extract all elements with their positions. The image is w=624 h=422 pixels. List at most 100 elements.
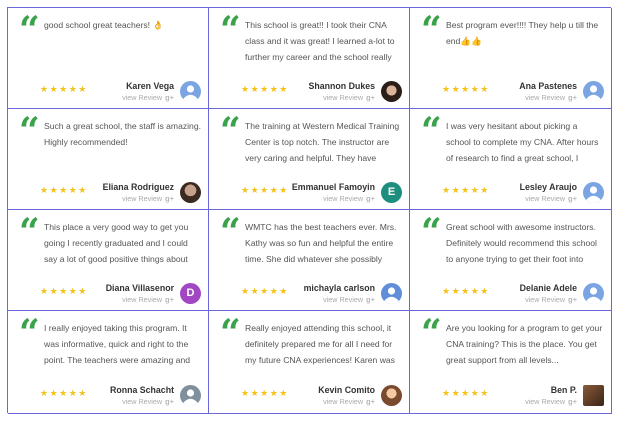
avatar: [381, 81, 402, 102]
view-review-link[interactable]: view Review g+: [323, 397, 375, 406]
review-card: “ Such a great school, the staff is amaz…: [8, 109, 209, 210]
review-text: This place a very good way to get you go…: [44, 222, 189, 265]
reviewer-name: Kevin Comito: [318, 385, 375, 395]
quote-icon: “: [19, 312, 40, 354]
view-review-link[interactable]: view Review g+: [525, 93, 577, 102]
google-plus-icon: g+: [366, 397, 375, 406]
review-text: This school is great!! I took their CNA …: [245, 20, 395, 63]
review-text: Best program ever!!!! They help u till t…: [446, 20, 599, 47]
avatar: [381, 385, 402, 406]
review-card: “ Great school with awesome instructors.…: [410, 210, 612, 311]
view-review-link[interactable]: view Review g+: [122, 194, 174, 203]
review-card: “ I was very hesitant about picking a sc…: [410, 109, 612, 210]
rating-stars: ★★★★★: [241, 186, 289, 196]
rating-stars: ★★★★★: [241, 85, 289, 95]
quote-icon: “: [220, 211, 241, 253]
view-review-label: view Review: [323, 93, 364, 102]
view-review-link[interactable]: view Review g+: [122, 295, 174, 304]
view-review-label: view Review: [525, 295, 566, 304]
view-review-link[interactable]: view Review g+: [323, 194, 375, 203]
review-text: I was very hesitant about picking a scho…: [446, 121, 599, 164]
quote-icon: “: [220, 312, 241, 354]
view-review-link[interactable]: view Review g+: [323, 93, 375, 102]
reviewer-name: michayla carlson: [303, 283, 375, 293]
reviewer-name: Diana Villasenor: [105, 283, 174, 293]
review-card: “ I really enjoyed taking this program. …: [8, 311, 209, 414]
google-plus-icon: g+: [165, 194, 174, 203]
review-text: Great school with awesome instructors. D…: [446, 222, 597, 265]
review-text: Really enjoyed attending this school, it…: [245, 323, 395, 366]
avatar: [381, 283, 402, 304]
avatar: [583, 283, 604, 304]
quote-icon: “: [421, 9, 442, 51]
quote-icon: “: [421, 110, 442, 152]
review-card: “ Really enjoyed attending this school, …: [209, 311, 410, 414]
review-text: WMTC has the best teachers ever. Mrs. Ka…: [245, 222, 397, 265]
rating-stars: ★★★★★: [442, 85, 490, 95]
google-plus-icon: g+: [568, 93, 577, 102]
reviewer-name: Emmanuel Famoyin: [291, 182, 375, 192]
google-plus-icon: g+: [366, 295, 375, 304]
review-card: “ Are you looking for a program to get y…: [410, 311, 612, 414]
quote-icon: “: [421, 211, 442, 253]
view-review-link[interactable]: view Review g+: [122, 93, 174, 102]
google-plus-icon: g+: [165, 295, 174, 304]
avatar: [583, 182, 604, 203]
view-review-label: view Review: [323, 194, 364, 203]
rating-stars: ★★★★★: [442, 186, 490, 196]
view-review-label: view Review: [122, 295, 163, 304]
view-review-label: view Review: [323, 295, 364, 304]
google-plus-icon: g+: [366, 194, 375, 203]
view-review-label: view Review: [122, 194, 163, 203]
review-text: Are you looking for a program to get you…: [446, 323, 603, 366]
reviewer-name: Lesley Araujo: [519, 182, 577, 192]
rating-stars: ★★★★★: [40, 85, 88, 95]
review-card: “ The training at Western Medical Traini…: [209, 109, 410, 210]
rating-stars: ★★★★★: [40, 287, 88, 297]
avatar: [180, 385, 201, 406]
review-card: “ good school great teachers! 👌 ★★★★★ Ka…: [8, 8, 209, 109]
google-plus-icon: g+: [568, 397, 577, 406]
google-plus-icon: g+: [366, 93, 375, 102]
review-text: I really enjoyed taking this program. It…: [44, 323, 191, 366]
review-card: “ Best program ever!!!! They help u till…: [410, 8, 612, 109]
quote-icon: “: [19, 9, 40, 51]
view-review-label: view Review: [323, 397, 364, 406]
quote-icon: “: [19, 110, 40, 152]
rating-stars: ★★★★★: [241, 287, 289, 297]
rating-stars: ★★★★★: [40, 186, 88, 196]
review-text: good school great teachers! 👌: [44, 20, 164, 30]
review-card: “ WMTC has the best teachers ever. Mrs. …: [209, 210, 410, 311]
review-card: “ This place a very good way to get you …: [8, 210, 209, 311]
review-text: The training at Western Medical Training…: [245, 121, 400, 164]
rating-stars: ★★★★★: [442, 389, 490, 399]
view-review-link[interactable]: view Review g+: [525, 397, 577, 406]
view-review-link[interactable]: view Review g+: [525, 194, 577, 203]
view-review-label: view Review: [122, 93, 163, 102]
avatar: [583, 81, 604, 102]
review-text: Such a great school, the staff is amazin…: [44, 121, 202, 148]
reviewer-name: Ronna Schacht: [109, 385, 174, 395]
rating-stars: ★★★★★: [241, 389, 289, 399]
reviewer-name: Ben P.: [550, 385, 577, 395]
google-plus-icon: g+: [165, 397, 174, 406]
reviewer-name: Shannon Dukes: [308, 81, 375, 91]
reviewer-name: Delanie Adele: [519, 283, 577, 293]
avatar: [583, 385, 604, 406]
avatar: D: [180, 283, 201, 304]
view-review-link[interactable]: view Review g+: [323, 295, 375, 304]
google-plus-icon: g+: [568, 194, 577, 203]
avatar: [180, 81, 201, 102]
view-review-link[interactable]: view Review g+: [122, 397, 174, 406]
quote-icon: “: [220, 110, 241, 152]
quote-icon: “: [19, 211, 40, 253]
rating-stars: ★★★★★: [442, 287, 490, 297]
reviewer-name: Eliana Rodriguez: [102, 182, 174, 192]
review-card: “ This school is great!! I took their CN…: [209, 8, 410, 109]
view-review-label: view Review: [525, 93, 566, 102]
view-review-link[interactable]: view Review g+: [525, 295, 577, 304]
google-plus-icon: g+: [568, 295, 577, 304]
avatar: [180, 182, 201, 203]
quote-icon: “: [421, 312, 442, 354]
quote-icon: “: [220, 9, 241, 51]
